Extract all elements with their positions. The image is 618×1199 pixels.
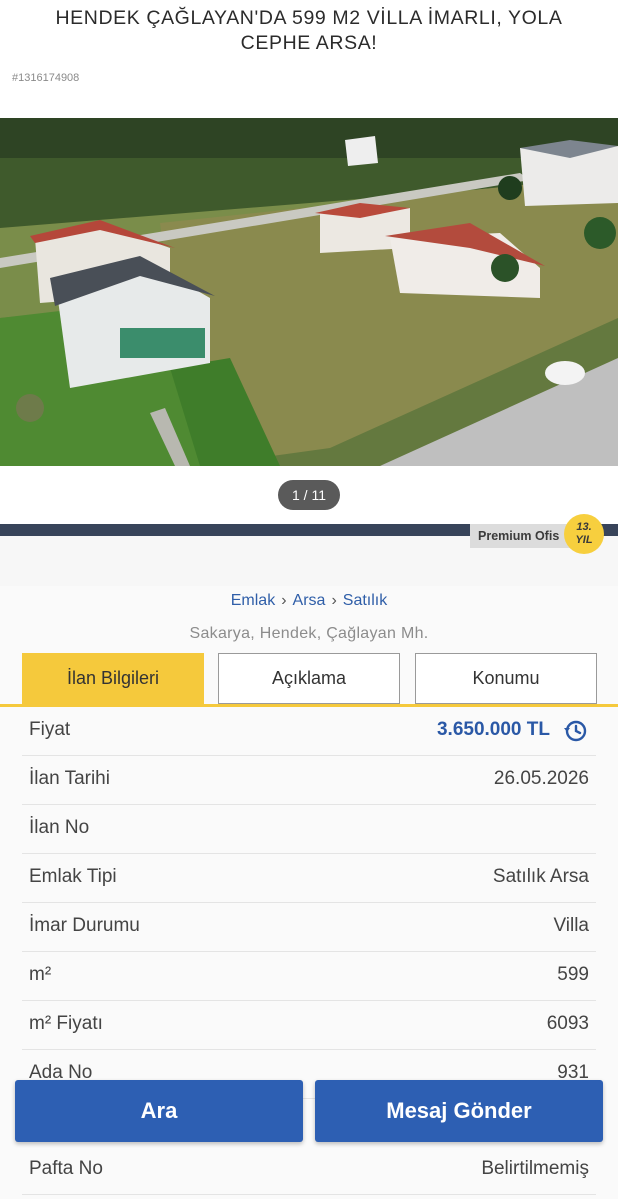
listing-title: HENDEK ÇAĞLAYAN'DA 599 M2 VİLLA İMARLI, … [55,7,563,54]
detail-row-price: Fiyat 3.650.000 TL [22,707,596,756]
tab-konumu[interactable]: Konumu [415,653,597,704]
detail-row-pafta: Pafta No Belirtilmemiş [22,1146,596,1195]
detail-value: Satılık Arsa [492,866,589,887]
detail-value: 26.05.2026 [493,768,589,789]
price-history-icon[interactable] [562,718,588,744]
detail-row-type: Emlak Tipi Satılık Arsa [22,854,596,903]
gallery-counter: 1 / 11 [278,480,340,510]
detail-value: Belirtilmemiş [481,1158,589,1179]
detail-value: 599 [557,964,589,985]
detail-label: Emlak Tipi [29,866,117,887]
tab-ilan-bilgileri[interactable]: İlan Bilgileri [22,653,204,704]
detail-label: Fiyat [29,719,71,740]
listing-location: Sakarya, Hendek, Çağlayan Mh. [189,625,429,642]
breadcrumb-item-emlak[interactable]: Emlak [231,592,275,609]
detail-value: 6093 [546,1013,589,1034]
chevron-right-icon: › [281,592,287,609]
detail-label: İmar Durumu [29,915,140,936]
detail-label: m² Fiyatı [29,1013,103,1034]
chevron-right-icon: › [331,592,337,609]
detail-row-price-per-m2: m² Fiyatı 6093 [22,1001,596,1050]
details-table: Fiyat 3.650.000 TL İlan Tarihi 26.05.202… [22,707,596,1099]
detail-value: Villa [553,915,589,936]
listing-id: #1316174908 [12,72,80,84]
listing-header: HENDEK ÇAĞLAYAN'DA 599 M2 VİLLA İMARLI, … [0,0,618,62]
breadcrumb-item-satilik[interactable]: Satılık [343,592,387,609]
detail-row-area: m² 599 [22,952,596,1001]
breadcrumb: Emlak › Arsa › Satılık [0,592,618,610]
send-message-button[interactable]: Mesaj Gönder [315,1080,603,1142]
detail-tabs: İlan Bilgileri Açıklama Konumu [22,653,598,705]
detail-label: İlan Tarihi [29,768,110,789]
price-value: 3.650.000 TL [436,719,550,740]
detail-label: İlan No [29,817,90,838]
detail-row-listing-no: İlan No [22,805,596,854]
detail-label: Pafta No [29,1158,103,1179]
detail-row-zoning: İmar Durumu Villa [22,903,596,952]
detail-label: m² [29,964,52,985]
year-badge-number: 13. [576,521,592,533]
breadcrumb-item-arsa[interactable]: Arsa [293,592,326,609]
tab-aciklama[interactable]: Açıklama [218,653,400,704]
year-badge-unit: YIL [575,534,593,546]
call-button[interactable]: Ara [15,1080,303,1142]
listing-photo[interactable] [0,118,618,466]
detail-row-date: İlan Tarihi 26.05.2026 [22,756,596,805]
membership-year-badge: 13. YIL [564,514,604,554]
